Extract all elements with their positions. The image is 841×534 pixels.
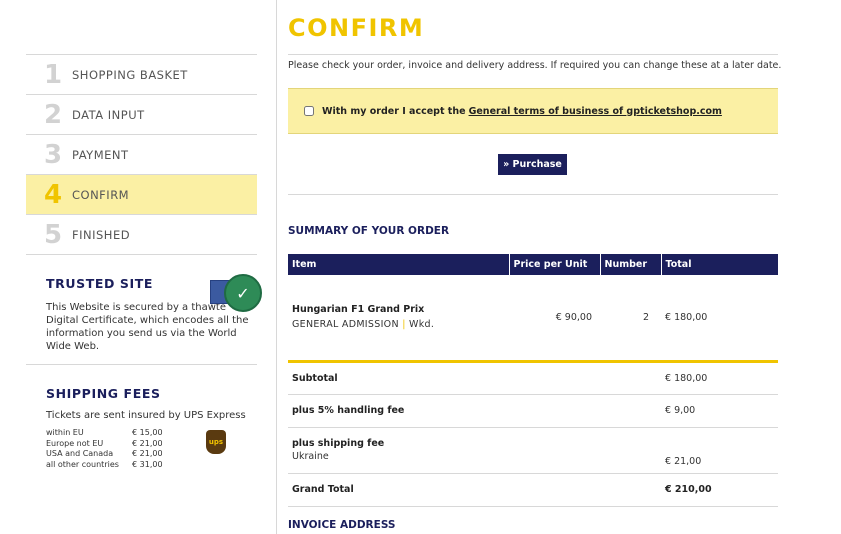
column-header-price: Price per Unit	[509, 254, 601, 275]
fee-region: within EU	[46, 428, 84, 437]
ups-logo-icon: ups	[206, 430, 226, 454]
item-category-label: GENERAL ADMISSION	[292, 319, 399, 331]
fee-region: all other countries	[46, 459, 119, 469]
step-number: 4	[44, 179, 63, 210]
step-label: PAYMENT	[72, 147, 129, 162]
invoice-address-title: INVOICE ADDRESS	[288, 519, 396, 531]
column-divider	[276, 0, 277, 534]
handling-fee-value: € 9,00	[661, 394, 778, 428]
shipping-fee-value: € 21,00	[661, 427, 778, 474]
subtotal-label: Subtotal	[288, 361, 509, 395]
fee-region: Europe not EU	[46, 438, 104, 448]
table-row: Hungarian F1 Grand Prix GENERAL ADMISSIO…	[288, 275, 778, 361]
step-label: FINISHED	[72, 227, 131, 242]
step-label: CONFIRM	[72, 187, 130, 202]
checkout-steps: 1 SHOPPING BASKET 2 DATA INPUT 3 PAYMENT…	[26, 54, 257, 255]
shipping-fee-cell: plus shipping fee Ukraine	[288, 427, 509, 474]
item-name: Hungarian F1 Grand Prix	[292, 304, 425, 316]
step-payment[interactable]: 3 PAYMENT	[26, 135, 257, 175]
shipping-fees-text: Tickets are sent insured by UPS Express	[46, 410, 246, 421]
fee-price: € 21,00	[132, 438, 163, 448]
item-cell: Hungarian F1 Grand Prix GENERAL ADMISSIO…	[288, 275, 509, 361]
accept-terms-checkbox[interactable]	[304, 106, 314, 116]
grand-total-value: € 210,00	[661, 473, 778, 507]
purchase-button[interactable]: » Purchase	[498, 154, 567, 175]
step-number: 1	[44, 59, 63, 90]
step-shopping-basket[interactable]: 1 SHOPPING BASKET	[26, 55, 257, 95]
title-divider	[288, 54, 778, 55]
accept-terms-box: With my order I accept the General terms…	[288, 88, 778, 134]
item-variant: Wkd.	[409, 319, 435, 331]
step-label: SHOPPING BASKET	[72, 67, 188, 82]
grand-total-label: Grand Total	[288, 473, 509, 507]
fee-row: USA and Canada € 21,00	[46, 449, 257, 460]
step-number: 2	[44, 99, 63, 130]
step-label: DATA INPUT	[72, 107, 145, 122]
fee-price: € 15,00	[132, 428, 163, 437]
trusted-site-box: TRUSTED SITE ✓ This Website is secured b…	[46, 274, 262, 353]
thawte-seal-icon[interactable]: ✓	[210, 274, 272, 314]
item-number: 2	[642, 311, 649, 323]
item-price: € 90,00	[555, 311, 592, 323]
intro-text: Please check your order, invoice and del…	[288, 60, 782, 71]
column-header-number: Number	[600, 254, 662, 275]
item-separator: |	[402, 319, 406, 331]
shipping-fee-row: plus shipping fee Ukraine € 21,00	[288, 427, 778, 474]
shipping-fee-label: plus shipping fee	[292, 438, 385, 449]
step-data-input[interactable]: 2 DATA INPUT	[26, 95, 257, 135]
shipping-fees-box: SHIPPING FEES Tickets are sent insured b…	[46, 386, 257, 470]
step-number: 3	[44, 139, 63, 170]
accept-terms-label: With my order I accept the	[322, 105, 466, 117]
order-summary-title: SUMMARY OF YOUR ORDER	[288, 225, 450, 237]
sidebar: 1 SHOPPING BASKET 2 DATA INPUT 3 PAYMENT…	[26, 0, 262, 534]
terms-link[interactable]: General terms of business of gpticketsho…	[469, 106, 722, 117]
handling-fee-label: plus 5% handling fee	[288, 394, 509, 428]
step-number: 5	[44, 219, 63, 250]
handling-fee-row: plus 5% handling fee € 9,00	[288, 394, 778, 428]
fee-price: € 31,00	[132, 459, 163, 469]
shipping-country: Ukraine	[292, 451, 329, 462]
certificate-seal-icon: ✓	[224, 274, 262, 312]
fee-row: all other countries € 31,00	[46, 460, 257, 471]
table-header-row: Item Price per Unit Number Total	[288, 254, 778, 275]
fee-region: USA and Canada	[46, 449, 114, 458]
step-confirm: 4 CONFIRM	[26, 175, 257, 215]
fee-price: € 21,00	[132, 449, 163, 458]
subtotal-row: Subtotal € 180,00	[288, 361, 778, 395]
page-title: CONFIRM	[288, 14, 425, 42]
subtotal-value: € 180,00	[661, 361, 778, 395]
column-header-item: Item	[288, 254, 510, 275]
order-summary-table: Item Price per Unit Number Total Hungari…	[288, 254, 778, 507]
sidebar-divider	[26, 364, 257, 365]
column-header-total: Total	[661, 254, 778, 275]
purchase-divider	[288, 194, 778, 195]
grand-total-row: Grand Total € 210,00	[288, 473, 778, 507]
shipping-fees-title: SHIPPING FEES	[46, 386, 161, 401]
item-category: GENERAL ADMISSION | Wkd.	[292, 319, 509, 330]
step-finished: 5 FINISHED	[26, 215, 257, 255]
item-total: € 180,00	[665, 311, 708, 323]
